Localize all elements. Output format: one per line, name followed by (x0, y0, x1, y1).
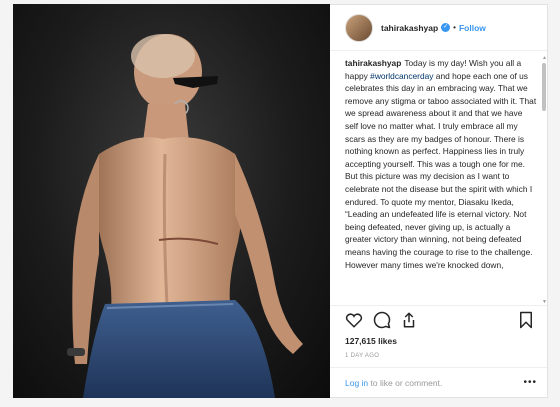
separator-dot: • (453, 23, 456, 32)
likes-count[interactable]: 127,615 likes (345, 336, 397, 346)
login-prompt-text: to like or comment. (368, 378, 443, 388)
share-icon[interactable] (400, 311, 418, 329)
more-options-icon[interactable]: ••• (523, 377, 537, 388)
post-header: tahirakashyap ✓ • Follow (330, 5, 547, 51)
avatar[interactable] (345, 13, 373, 42)
caption-scrollbar[interactable]: ▲ ▼ (542, 55, 547, 305)
post-photo-illustration (67, 34, 303, 398)
scrollbar-thumb[interactable] (542, 63, 546, 111)
scroll-up-arrow-icon[interactable]: ▲ (542, 55, 547, 61)
action-bar (345, 311, 535, 331)
login-prompt: Log in to like or comment. (345, 378, 442, 388)
caption-username[interactable]: tahirakashyap (345, 58, 401, 68)
caption: tahirakashyap Today is my day! Wish you a… (345, 57, 537, 271)
bookmark-icon[interactable] (517, 311, 535, 329)
hashtag-link[interactable]: #worldcancerday (370, 71, 433, 81)
caption-scroll-area[interactable]: tahirakashyap Today is my day! Wish you a… (345, 57, 537, 305)
verified-badge-icon: ✓ (441, 23, 451, 32)
heart-icon[interactable] (345, 311, 363, 329)
follow-button[interactable]: Follow (459, 23, 486, 33)
caption-text-rest: and hope each one of us celebrates this … (345, 70, 537, 270)
post-photo (13, 4, 330, 398)
post-side-panel: tahirakashyap ✓ • Follow tahirakashyap To… (330, 4, 548, 398)
divider (330, 305, 547, 306)
post-timestamp[interactable]: 1 DAY AGO (345, 353, 379, 359)
comment-icon[interactable] (373, 311, 391, 329)
login-link[interactable]: Log in (345, 378, 368, 388)
username-link[interactable]: tahirakashyap (381, 23, 438, 33)
